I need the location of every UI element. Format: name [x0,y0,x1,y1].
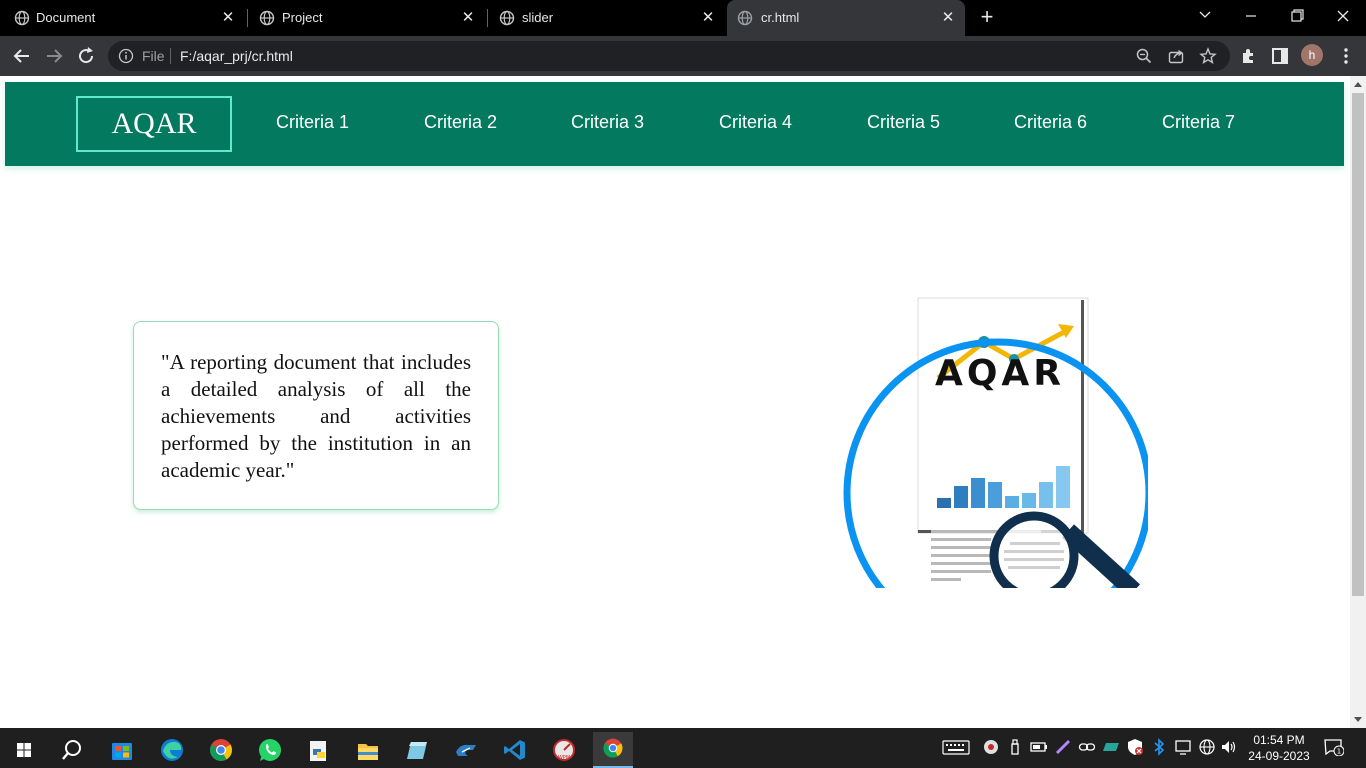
scroll-up-arrow-icon[interactable] [1354,82,1362,87]
tab-search-icon[interactable] [1182,0,1228,32]
nav-criteria-5[interactable]: Criteria 5 [867,112,940,133]
globe-icon [259,10,275,26]
volume-icon[interactable] [1220,738,1238,756]
minimize-icon[interactable] [1228,0,1274,32]
tab-title: cr.html [761,10,800,25]
vscode-icon[interactable] [495,732,535,768]
vertical-scrollbar[interactable] [1350,76,1366,728]
close-icon[interactable]: ✕ [459,9,477,27]
nav-criteria-7[interactable]: Criteria 7 [1162,112,1235,133]
nav-criteria-1[interactable]: Criteria 1 [276,112,349,133]
menu-kebab-icon[interactable] [1334,44,1358,68]
nav-criteria-4[interactable]: Criteria 4 [719,112,792,133]
store-icon[interactable] [102,732,142,768]
tab-document[interactable]: Document ✕ [0,0,248,36]
tab-title: Project [282,10,323,25]
forward-icon[interactable] [42,44,66,68]
zoom-icon[interactable] [1135,47,1153,65]
file-explorer-icon[interactable] [348,732,388,768]
close-icon[interactable]: ✕ [939,9,957,27]
security-shield-icon[interactable] [1126,738,1144,756]
reload-icon[interactable] [74,44,98,68]
keyboard-icon[interactable] [942,738,970,756]
network-drive-icon[interactable] [1102,738,1120,756]
divider [170,48,171,64]
url-text[interactable]: F:/aqar_prj/cr.html [180,48,293,64]
scroll-down-arrow-icon[interactable] [1354,717,1362,722]
page-viewport: AQAR Criteria 1 Criteria 2 Criteria 3 Cr… [0,76,1350,728]
site-navbar: AQAR Criteria 1 Criteria 2 Criteria 3 Cr… [5,82,1344,166]
clock-time: 01:54 PM [1253,733,1305,747]
side-panel-icon[interactable] [1268,44,1292,68]
quote-card: "A reporting document that includes a de… [133,321,499,510]
restore-icon[interactable] [1274,0,1320,32]
usb-icon[interactable] [1006,738,1024,756]
chrome-active-icon[interactable] [593,732,633,768]
magnifier-icon [989,511,1141,588]
svg-text:WPM: WPM [558,755,570,761]
address-bar[interactable]: File F:/aqar_prj/cr.html [108,41,1230,71]
system-clock[interactable]: 01:54 PM 24-09-2023 [1240,732,1318,764]
tab-cr-html[interactable]: cr.html ✕ [727,0,965,36]
edge-icon[interactable] [152,732,192,768]
pen-icon[interactable] [1054,738,1072,756]
nav-criteria-2[interactable]: Criteria 2 [424,112,497,133]
close-icon[interactable]: ✕ [219,9,237,27]
typing-master-icon[interactable]: WPM [544,732,584,768]
aqar-illustration: AQAR [843,297,1148,588]
search-icon[interactable] [52,732,92,768]
tab-strip: Document ✕ Project ✕ slider ✕ cr.html ✕ … [0,0,1366,36]
globe-icon [14,10,30,26]
app-tray-icon[interactable] [982,738,1000,756]
tab-title: Document [36,10,96,25]
notes-app-icon[interactable] [397,732,437,768]
bookmark-star-icon[interactable] [1199,47,1217,65]
notification-count: 1 [1337,748,1341,756]
network-globe-icon[interactable] [1198,738,1216,756]
app-icon[interactable] [446,732,486,768]
link-icon[interactable] [1078,738,1096,756]
whatsapp-icon[interactable] [250,732,290,768]
scroll-thumb[interactable] [1352,93,1364,596]
extensions-icon[interactable] [1237,44,1261,68]
close-window-icon[interactable] [1320,0,1366,32]
browser-toolbar: File F:/aqar_prj/cr.html h [0,36,1366,76]
back-icon[interactable] [10,44,34,68]
chrome-icon[interactable] [201,732,241,768]
close-icon[interactable]: ✕ [699,9,717,27]
python-file-icon[interactable] [299,732,339,768]
globe-icon [737,10,753,26]
tab-slider[interactable]: slider ✕ [487,0,727,36]
site-logo[interactable]: AQAR [76,96,232,152]
profile-avatar[interactable]: h [1301,44,1323,66]
new-tab-button[interactable]: + [975,6,999,30]
battery-icon[interactable] [1030,738,1048,756]
windows-start-icon[interactable] [4,732,44,768]
windows-taskbar: WPM 01:54 PM 24-09-2023 1 [0,728,1366,768]
notification-icon[interactable]: 1 [1324,738,1344,756]
nav-criteria-3[interactable]: Criteria 3 [571,112,644,133]
nav-criteria-6[interactable]: Criteria 6 [1014,112,1087,133]
scheme-label: File [142,48,165,64]
tab-project[interactable]: Project ✕ [247,0,488,36]
illustration-label: AQAR [935,353,1065,394]
clock-date: 24-09-2023 [1248,749,1310,763]
bluetooth-icon[interactable] [1150,738,1168,756]
info-icon[interactable] [118,48,134,64]
globe-icon [499,10,515,26]
quote-text: "A reporting document that includes a de… [161,350,471,482]
share-icon[interactable] [1167,47,1185,65]
display-icon[interactable] [1174,738,1192,756]
tab-title: slider [522,10,554,25]
